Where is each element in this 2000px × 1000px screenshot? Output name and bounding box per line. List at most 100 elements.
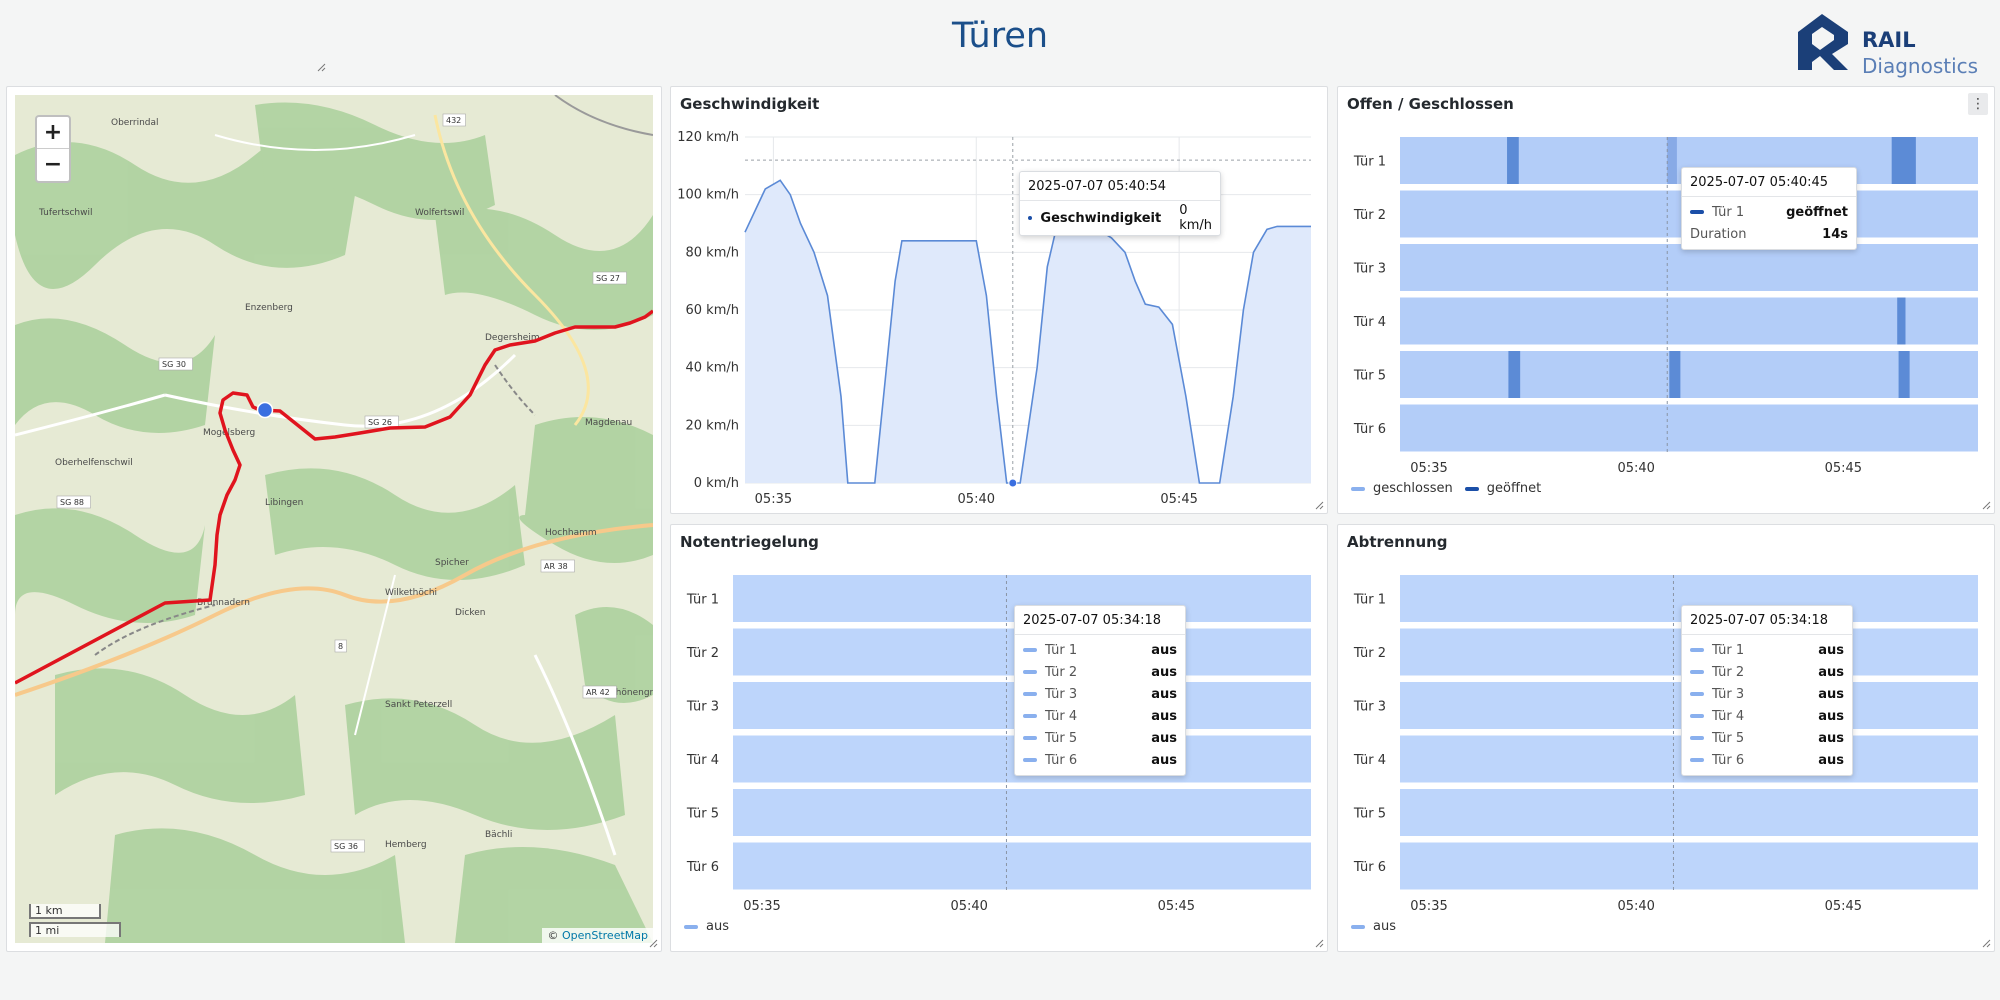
openstreetmap-link[interactable]: OpenStreetMap [562,929,648,942]
map-place-label: Wilkethöchi [385,588,437,598]
door-status-timeline[interactable]: Tür 1 Tür 2 Tür 3 Tür 4 Tür 5 Tür 6 05:35 05:40… [1338,87,1994,513]
row-label: Tür 2 [1353,646,1386,661]
chart-legend: aus [1351,919,1408,934]
tooltip-row: Tür 5 aus [1682,727,1852,749]
y-tick-label: 40 km/h [686,361,740,376]
x-tick-label: 05:40 [1617,899,1654,914]
door-status-tooltip: 2025-07-07 05:40:45 Tür 1 geöffnet Durati… [1681,167,1857,250]
tooltip-row: Tür 3 aus [1015,683,1185,705]
map-attribution: © OpenStreetMap [542,928,653,943]
tooltip-label: Tür 5 [1045,730,1078,746]
tooltip-swatch [1690,210,1704,214]
map-place-label: Libingen [265,498,303,508]
resize-handle-icon[interactable] [1981,938,1991,948]
tooltip-value: aus [1151,730,1177,746]
x-tick-label: 05:40 [958,492,995,507]
state-bar [1400,351,1978,398]
row-label: Tür 6 [1353,860,1386,875]
resize-handle-icon[interactable] [316,62,326,72]
tooltip-row: Tür 1 aus [1682,639,1852,661]
isolation-timeline[interactable]: Tür 1 Tür 2 Tür 3 Tür 4 Tür 5 Tür 6 05:35 05:40… [1338,525,1994,951]
tooltip-value: aus [1151,642,1177,658]
x-tick-label: 05:40 [950,899,987,914]
rail-logo-icon [1798,14,1848,70]
row-label: Tür 5 [1353,807,1386,822]
row-label: Tür 4 [1353,753,1386,768]
open-state-segment [1891,137,1916,184]
map-place-label: Wolfertswil [415,208,464,218]
tooltip-label: Tür 5 [1712,730,1745,746]
y-tick-label: 60 km/h [686,303,740,318]
resize-handle-icon[interactable] [1981,500,1991,510]
legend-item[interactable]: geöffnet [1464,481,1542,496]
tooltip-swatch [1690,758,1704,762]
map-place-label: Sankt Peterzell [385,700,452,710]
x-tick-label: 05:45 [1825,461,1862,476]
state-bar [733,789,1311,836]
state-bar [1400,842,1978,890]
emergency-release-panel: Notentriegelung Tür 1 Tür 2 Tür 3 Tür 4 Tür … [670,524,1328,952]
road-number-label: AR 42 [586,688,610,697]
map-place-label: Magdenau [585,418,632,428]
tooltip-swatch [1023,758,1037,762]
door-status-panel: Offen / Geschlossen ⋮ Tür 1 Tür 2 Tür 3 Tür… [1337,86,1995,514]
zoom-controls: + − [35,115,71,183]
row-label: Tür 1 [1353,155,1386,170]
attribution-prefix: © [547,929,562,942]
road-number-label: SG 30 [162,360,186,369]
legend-item[interactable]: aus [684,919,729,934]
tooltip-value: aus [1151,686,1177,702]
row-label: Tür 3 [686,700,719,715]
tooltip-label: Tür 4 [1712,708,1745,724]
legend-label: geschlossen [1373,481,1453,496]
tooltip-row: Tür 2 aus [1682,661,1852,683]
legend-item[interactable]: geschlossen [1351,481,1453,496]
open-state-segment [1898,351,1910,398]
map-panel: Oberrindal Tufertschwil Wolfertswil Degersh… [6,86,662,952]
tooltip-value: geöffnet [1786,204,1848,220]
tooltip-label: Tür 6 [1045,752,1078,768]
rail-diagnostics-logo[interactable]: RAIL Diagnostics [1792,10,1992,78]
tooltip-swatch [1690,714,1704,718]
tooltip-label: Tür 1 [1712,642,1745,658]
chart-legend: aus [684,919,741,934]
tooltip-label: Geschwindigkeit [1040,210,1162,226]
scale-bar-km: 1 km [29,904,101,919]
tooltip-row: Tür 4 aus [1015,705,1185,727]
zoom-in-button[interactable]: + [37,117,69,149]
map-place-label: Spicher [435,558,469,568]
map-canvas[interactable]: OberrindalTufertschwil WolfertswilDegersh… [15,95,653,943]
resize-handle-icon[interactable] [1314,938,1324,948]
tooltip-label: Tür 3 [1712,686,1745,702]
road-number-label: SG 26 [368,418,392,427]
emergency-release-timeline[interactable]: Tür 1 Tür 2 Tür 3 Tür 4 Tür 5 Tür 6 05:35 05:40… [671,525,1327,951]
resize-handle-icon[interactable] [1314,500,1324,510]
road-number-label: SG 36 [334,842,358,851]
tooltip-value: aus [1818,708,1844,724]
tooltip-rows: Tür 1 aus Tür 2 aus Tür 3 aus Tür 4 aus Tür 5 aus… [1015,635,1185,775]
tooltip-label: Tür 6 [1712,752,1745,768]
tooltip-swatch [1690,648,1704,652]
speed-chart[interactable]: 0 km/h 20 km/h 40 km/h 60 km/h 80 km/h 100 km… [671,87,1327,513]
isolation-panel: Abtrennung Tür 1 Tür 2 Tür 3 Tür 4 Tür 5 Tür … [1337,524,1995,952]
zoom-out-button[interactable]: − [37,149,69,180]
x-tick-label: 05:35 [1410,461,1447,476]
page-title: Türen [951,16,1049,56]
row-label: Tür 5 [1353,369,1386,384]
row-label: Tür 3 [1353,262,1386,277]
train-position-marker[interactable] [256,401,274,419]
state-bar [733,842,1311,890]
state-bar [1400,244,1978,291]
tooltip-swatch [1023,736,1037,740]
x-tick-label: 05:45 [1825,899,1862,914]
tooltip-time: 2025-07-07 05:34:18 [1015,606,1185,635]
legend-item[interactable]: aus [1351,919,1396,934]
tooltip-label: Tür 1 [1045,642,1078,658]
hover-point [1008,478,1018,488]
resize-handle-icon[interactable] [648,938,658,948]
road-number-label: SG 88 [60,498,84,507]
legend-label: geöffnet [1486,481,1542,496]
route-map[interactable]: Oberrindal Tufertschwil Wolfertswil Degersh… [15,95,653,943]
map-place-label: Oberrindal [111,118,159,128]
tooltip-swatch [1690,736,1704,740]
